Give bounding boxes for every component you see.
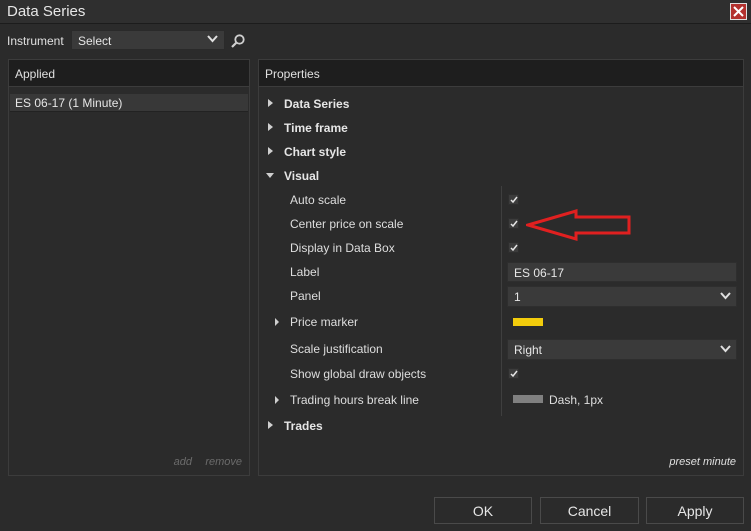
group-trades[interactable]: Trades: [259, 415, 743, 437]
scale-justification-label: Scale justification: [290, 342, 383, 356]
instrument-row: Instrument Select: [0, 28, 751, 52]
window-title: Data Series: [7, 3, 86, 20]
panel-select-value: 1: [514, 290, 521, 304]
group-data-series[interactable]: Data Series: [259, 93, 743, 115]
row-panel: Panel 1: [259, 285, 743, 307]
close-button[interactable]: [730, 3, 747, 20]
group-chart-style[interactable]: Chart style: [259, 141, 743, 163]
group-chart-style-label: Chart style: [284, 145, 347, 159]
instrument-select-value: Select: [78, 34, 112, 48]
check-icon: [510, 370, 518, 378]
group-trades-label: Trades: [284, 419, 323, 433]
row-price-marker: Price marker: [259, 311, 743, 333]
cancel-button[interactable]: Cancel: [540, 497, 639, 524]
break-line-swatch[interactable]: [513, 395, 543, 403]
global-draw-checkbox[interactable]: [508, 368, 519, 379]
price-marker-color-swatch[interactable]: [513, 318, 543, 326]
label-input[interactable]: ES 06-17: [507, 262, 737, 282]
applied-list-item[interactable]: ES 06-17 (1 Minute): [10, 94, 248, 112]
group-data-series-label: Data Series: [284, 97, 350, 111]
center-price-label: Center price on scale: [290, 217, 404, 231]
break-line-value: Dash, 1px: [549, 393, 604, 407]
group-visual-label: Visual: [284, 169, 320, 183]
title-bar: Data Series: [0, 0, 751, 24]
panel-select[interactable]: 1: [507, 286, 737, 307]
price-marker-label: Price marker: [290, 315, 359, 329]
triangle-right-icon[interactable]: [275, 396, 279, 404]
row-display-data-box: Display in Data Box: [259, 237, 743, 259]
group-time-frame[interactable]: Time frame: [259, 117, 743, 139]
center-price-checkbox[interactable]: [508, 218, 519, 229]
check-icon: [510, 220, 518, 228]
triangle-right-icon: [268, 421, 273, 429]
properties-header: Properties: [259, 60, 743, 87]
applied-panel: Applied ES 06-17 (1 Minute) add remove: [8, 59, 250, 476]
chevron-down-icon: [207, 35, 218, 43]
row-center-price: Center price on scale: [259, 213, 743, 235]
triangle-right-icon[interactable]: [275, 318, 279, 326]
check-icon: [510, 244, 518, 252]
auto-scale-checkbox[interactable]: [508, 194, 519, 205]
row-break-line: Trading hours break line Dash, 1px: [259, 389, 743, 411]
row-global-draw: Show global draw objects: [259, 363, 743, 385]
row-auto-scale: Auto scale: [259, 189, 743, 211]
triangle-down-icon: [266, 173, 274, 178]
annotation-arrow-icon: [526, 209, 631, 241]
triangle-right-icon: [268, 147, 273, 155]
check-icon: [510, 196, 518, 204]
panel-label: Panel: [290, 289, 321, 303]
scale-justification-value: Right: [514, 343, 543, 357]
row-scale-justification: Scale justification Right: [259, 338, 743, 360]
remove-link[interactable]: remove: [205, 456, 242, 468]
break-line-label: Trading hours break line: [290, 393, 419, 407]
ok-button[interactable]: OK: [434, 497, 532, 524]
auto-scale-label: Auto scale: [290, 193, 347, 207]
label-label: Label: [290, 265, 320, 279]
display-data-box-checkbox[interactable]: [508, 242, 519, 253]
row-label: Label ES 06-17: [259, 261, 743, 283]
apply-button[interactable]: Apply: [646, 497, 744, 524]
applied-header: Applied: [9, 60, 249, 87]
instrument-select[interactable]: Select: [71, 30, 225, 50]
group-time-frame-label: Time frame: [284, 121, 348, 135]
display-data-box-label: Display in Data Box: [290, 241, 395, 255]
close-icon: [733, 6, 744, 17]
chevron-down-icon: [720, 292, 731, 300]
group-visual[interactable]: Visual: [259, 165, 743, 187]
properties-panel: Properties Data Series Time frame Chart …: [258, 59, 744, 476]
add-link[interactable]: add: [174, 456, 192, 468]
triangle-right-icon: [268, 123, 273, 131]
preset-note[interactable]: preset minute: [669, 456, 736, 468]
instrument-label: Instrument: [7, 34, 64, 48]
search-icon[interactable]: [230, 33, 246, 49]
global-draw-label: Show global draw objects: [290, 367, 427, 381]
triangle-right-icon: [268, 99, 273, 107]
chevron-down-icon: [720, 345, 731, 353]
scale-justification-select[interactable]: Right: [507, 339, 737, 360]
